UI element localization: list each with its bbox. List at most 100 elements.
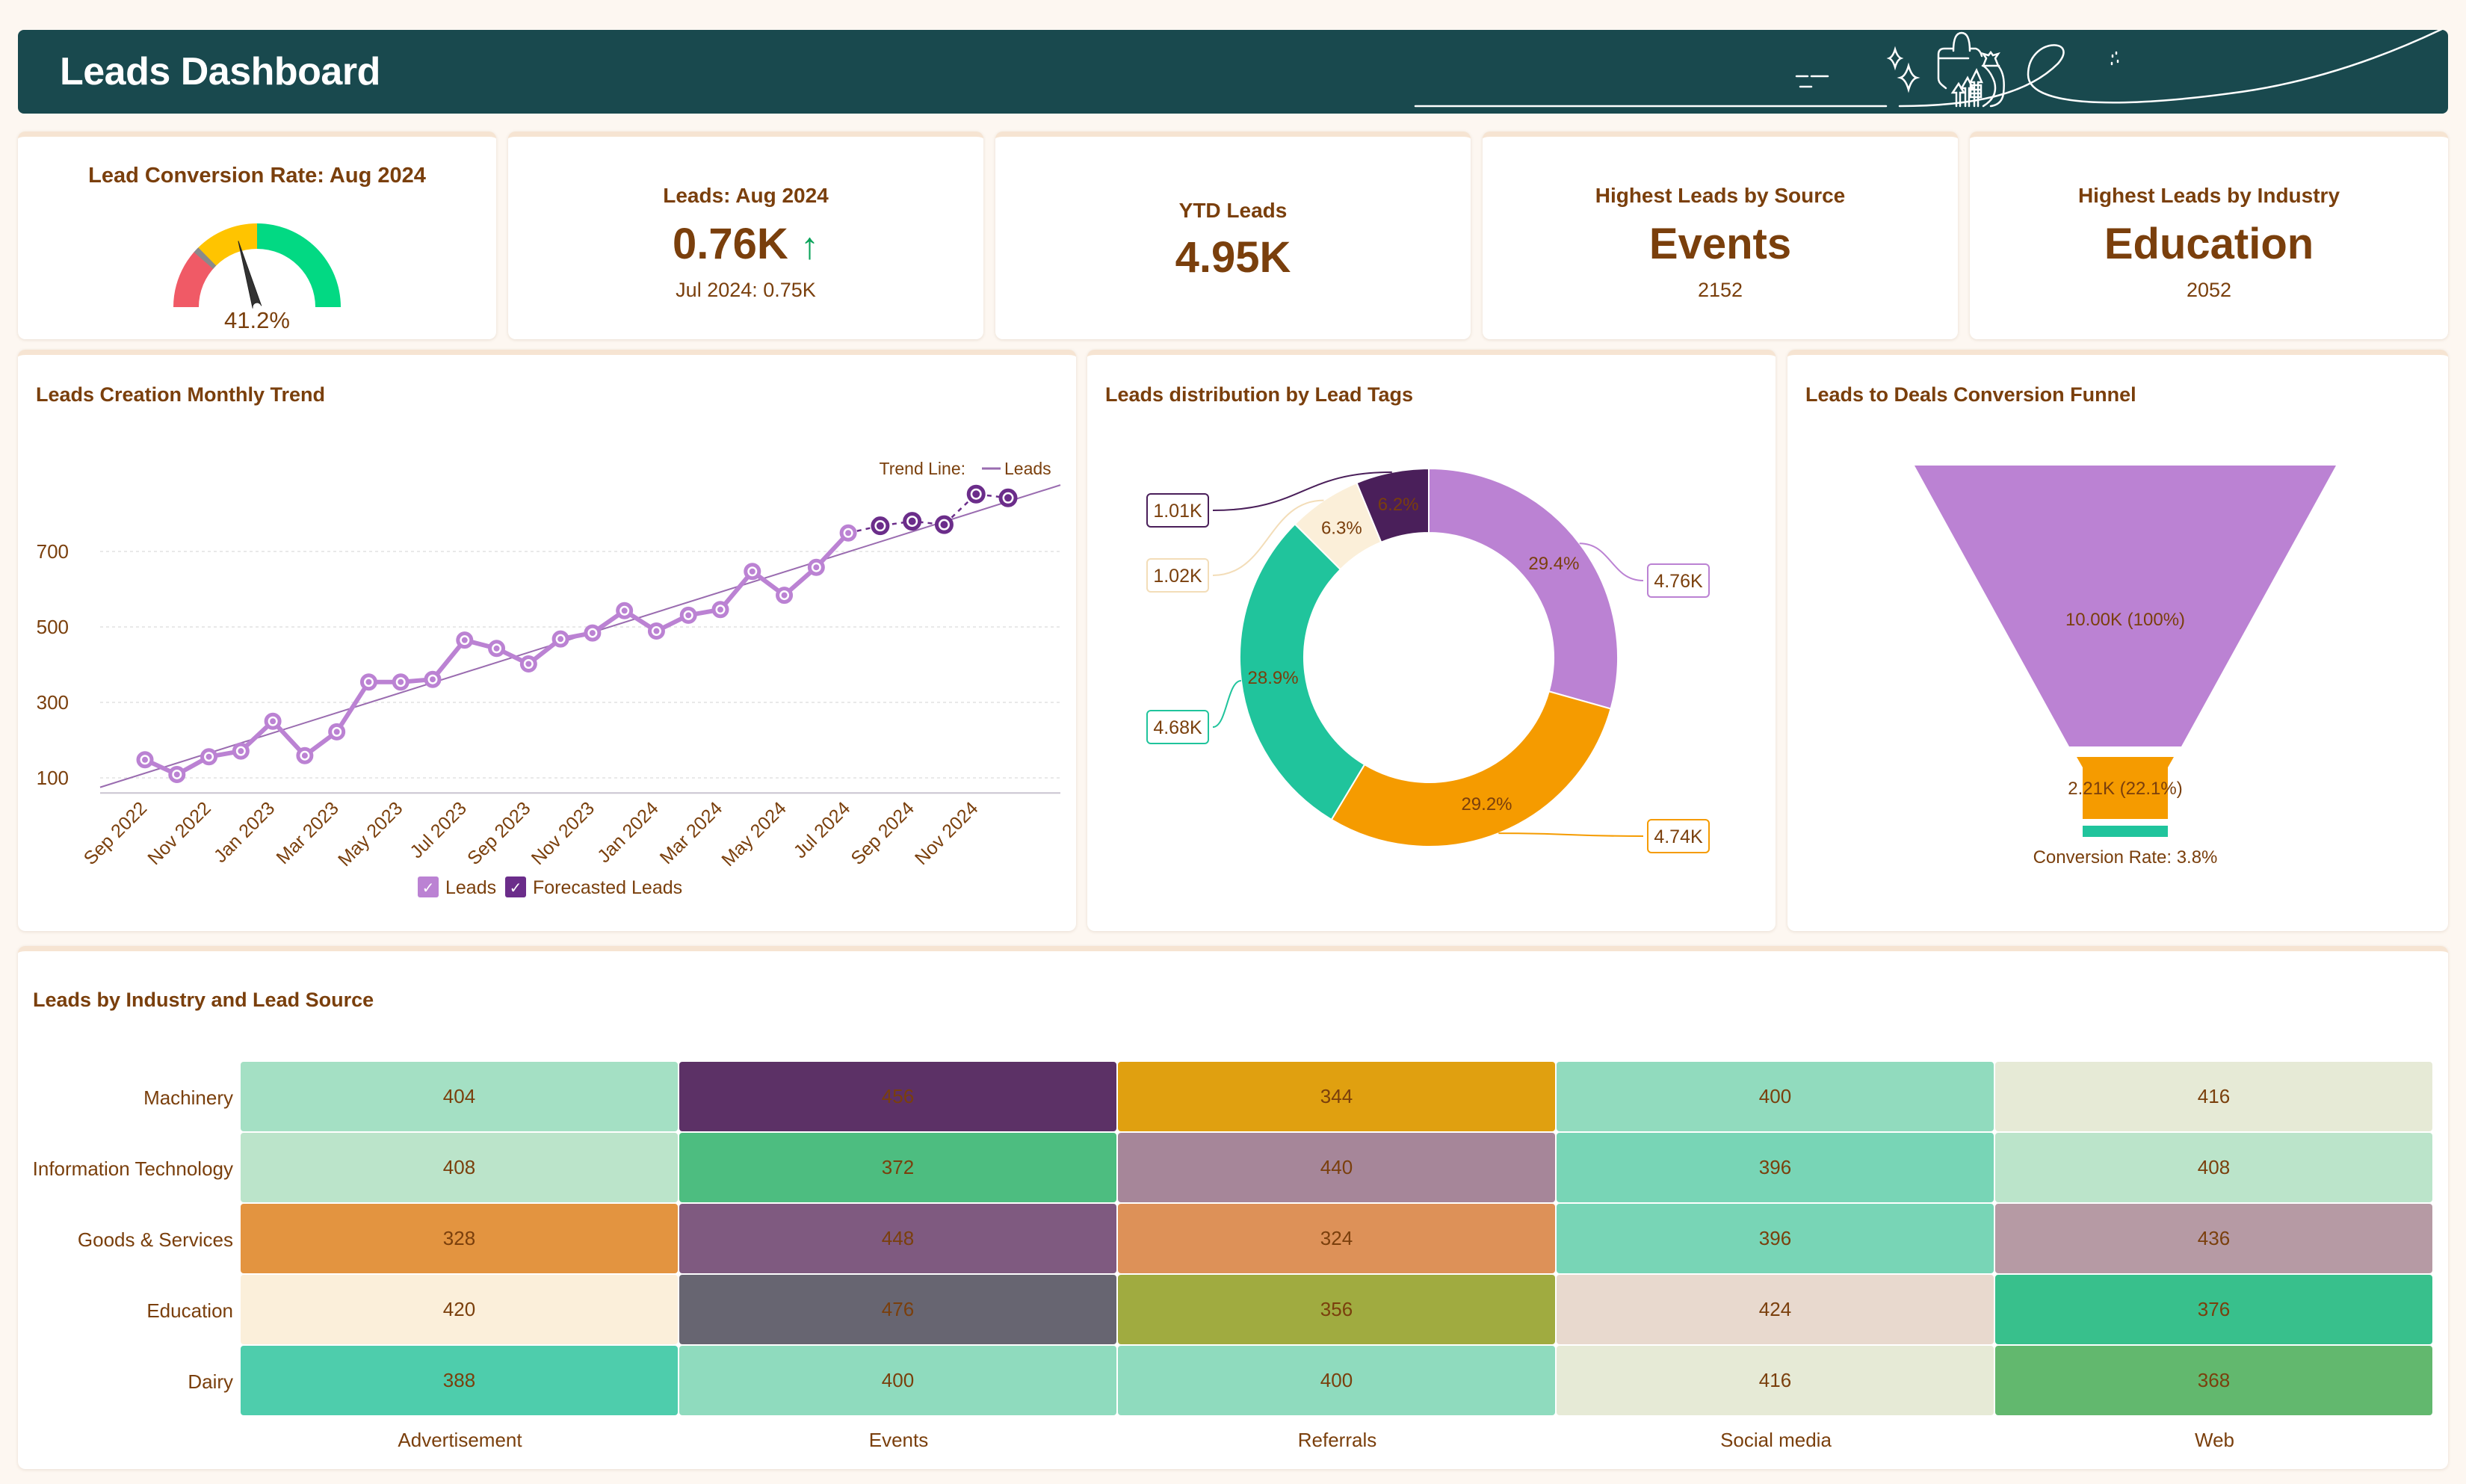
dots-icon [2110, 51, 2119, 66]
legend-label-forecast: Forecasted Leads [533, 877, 682, 898]
callout-line [1498, 832, 1644, 837]
callout-line [1212, 680, 1242, 728]
donut-slice [1330, 690, 1612, 847]
kpi-value: 4.95K [1175, 233, 1291, 282]
leads-point-core [398, 678, 404, 685]
heatmap-cell[interactable]: 328 [241, 1204, 678, 1273]
heatmap-cell[interactable]: 456 [679, 1062, 1116, 1131]
leads-point-core [813, 564, 820, 571]
heatmap-grid: Machinery 404 456 344 400 416 Information Tech… [18, 951, 2448, 1467]
trend-line-chart: 100300500700Sep 2022Nov 2022Jan 2023Mar … [37, 459, 1061, 898]
leads-point-core [589, 630, 596, 637]
heatmap-cell[interactable]: 408 [1995, 1133, 2432, 1202]
heatmap-cell[interactable]: 368 [1995, 1346, 2432, 1415]
funnel-stage-won [2083, 826, 2168, 837]
heatmap-column-label: Web [2195, 1429, 2234, 1451]
calendar-icon [1937, 31, 1983, 90]
panel-lead-tags: Leads distribution by Lead Tags 29.4% 4.7… [1087, 350, 1776, 931]
heatmap-column-label: Referrals [1297, 1429, 1377, 1451]
kpi-value: Events [1648, 220, 1792, 268]
heatmap-cell[interactable]: 436 [1995, 1204, 2432, 1273]
x-tick-label: Jul 2024 [790, 798, 855, 863]
leads-point-core [173, 771, 180, 778]
leads-point-core [781, 592, 788, 599]
slice-percent-label: 6.2% [1378, 495, 1419, 515]
callout-value: 4.76K [1654, 571, 1703, 592]
heatmap-cell[interactable]: 420 [241, 1275, 678, 1344]
heatmap-cell[interactable]: 400 [1118, 1346, 1555, 1415]
panel-monthly-trend: Leads Creation Monthly Trend 100 300 500 70… [18, 350, 1076, 931]
kpi-comparison: Jul 2024: 0.75K [676, 279, 816, 301]
leads-point-core [525, 661, 532, 667]
heatmap-cell[interactable]: 372 [679, 1133, 1116, 1202]
kpi-title: Leads: Aug 2024 [663, 184, 829, 207]
heatmap-cell[interactable]: 344 [1118, 1062, 1555, 1131]
heatmap-cell[interactable]: 416 [1557, 1346, 1994, 1415]
x-tick-label: Mar 2023 [272, 798, 342, 868]
forecast-point-core [1004, 494, 1012, 502]
kpi-value: 0.76K ↑ [508, 219, 983, 269]
leads-point-core [301, 752, 308, 759]
kpi-sub: 2052 [2186, 279, 2232, 301]
kpi-title: Highest Leads by Industry [2077, 184, 2340, 207]
slice-percent-label: 6.3% [1321, 518, 1362, 538]
growth-arrows-icon [1950, 68, 1983, 108]
heatmap-column-label: Advertisement [398, 1429, 522, 1451]
heatmap-cell[interactable]: 416 [1995, 1062, 2432, 1131]
heatmap-cell[interactable]: 388 [241, 1346, 678, 1415]
kpi-card-highest-industry: Highest Leads by Industry Education 2052 [1970, 132, 2448, 339]
donut-slice [1428, 467, 1619, 710]
leads-point-core [749, 568, 755, 575]
funnel-stage-label: 10.00K (100%) [2065, 610, 2185, 630]
heatmap-column-label: Events [868, 1429, 929, 1451]
leads-point-core [270, 718, 276, 725]
leads-point-core [333, 729, 340, 735]
slice-percent-label: 29.4% [1528, 554, 1579, 574]
x-tick-label: Jan 2024 [593, 798, 663, 868]
heatmap-cell[interactable]: 376 [1995, 1275, 2432, 1344]
heatmap-cell[interactable]: 324 [1118, 1204, 1555, 1273]
gauge-needle [238, 241, 262, 309]
check-icon: ✓ [510, 880, 522, 897]
leads-point-core [557, 636, 564, 643]
heatmap-cell[interactable]: 400 [1557, 1062, 1994, 1131]
leads-point-core [621, 607, 628, 614]
x-tick-label: Nov 2024 [911, 798, 983, 870]
heatmap-cell[interactable]: 476 [679, 1275, 1116, 1344]
leads-point-core [685, 612, 692, 619]
dashboard-header: Leads Dashboard [18, 30, 2448, 114]
kpi-card-conversion-rate: Lead Conversion Rate: Aug 2024 41.2% [18, 132, 496, 339]
legend-label-leads: Leads [445, 877, 496, 898]
gauge-value-label: 41.2% [224, 307, 290, 333]
y-tick-label: 300 [37, 691, 69, 714]
trend-legend-series: Leads [1004, 459, 1051, 478]
heatmap-cell[interactable]: 396 [1557, 1204, 1994, 1273]
conversion-gauge [173, 223, 341, 309]
heatmap-cell[interactable]: 396 [1557, 1133, 1994, 1202]
funnel-stage-label: 2.21K (22.1%) [2068, 779, 2182, 799]
callout-value: 1.02K [1153, 566, 1202, 587]
kpi-sub: 2152 [1697, 279, 1743, 301]
leads-point-core [206, 753, 212, 760]
heatmap-column-label: Social media [1720, 1429, 1832, 1451]
x-tick-label: Jul 2023 [406, 798, 471, 863]
heatmap-cell[interactable]: 356 [1118, 1275, 1555, 1344]
header-illustration [1414, 30, 2443, 108]
kpi-card-highest-source: Highest Leads by Source Events 2152 [1483, 132, 1958, 339]
heatmap-row-label: Dairy [188, 1370, 233, 1393]
heatmap-cell[interactable]: 424 [1557, 1275, 1994, 1344]
x-tick-label: Nov 2022 [143, 798, 214, 869]
heatmap-cell[interactable]: 440 [1118, 1133, 1555, 1202]
forecast-point-core [876, 522, 884, 530]
leads-point-core [653, 628, 660, 634]
x-tick-label: Jan 2023 [210, 798, 279, 868]
heatmap-cell[interactable]: 400 [679, 1346, 1116, 1415]
leads-point-core [461, 637, 468, 643]
heatmap-cell[interactable]: 404 [241, 1062, 678, 1131]
heatmap-cell[interactable]: 408 [241, 1133, 678, 1202]
leads-point-core [845, 530, 852, 537]
y-tick-label: 100 [37, 767, 69, 789]
heatmap-cell[interactable]: 448 [679, 1204, 1116, 1273]
heatmap-row-label: Goods & Services [77, 1228, 233, 1251]
leads-point-core [365, 678, 372, 685]
